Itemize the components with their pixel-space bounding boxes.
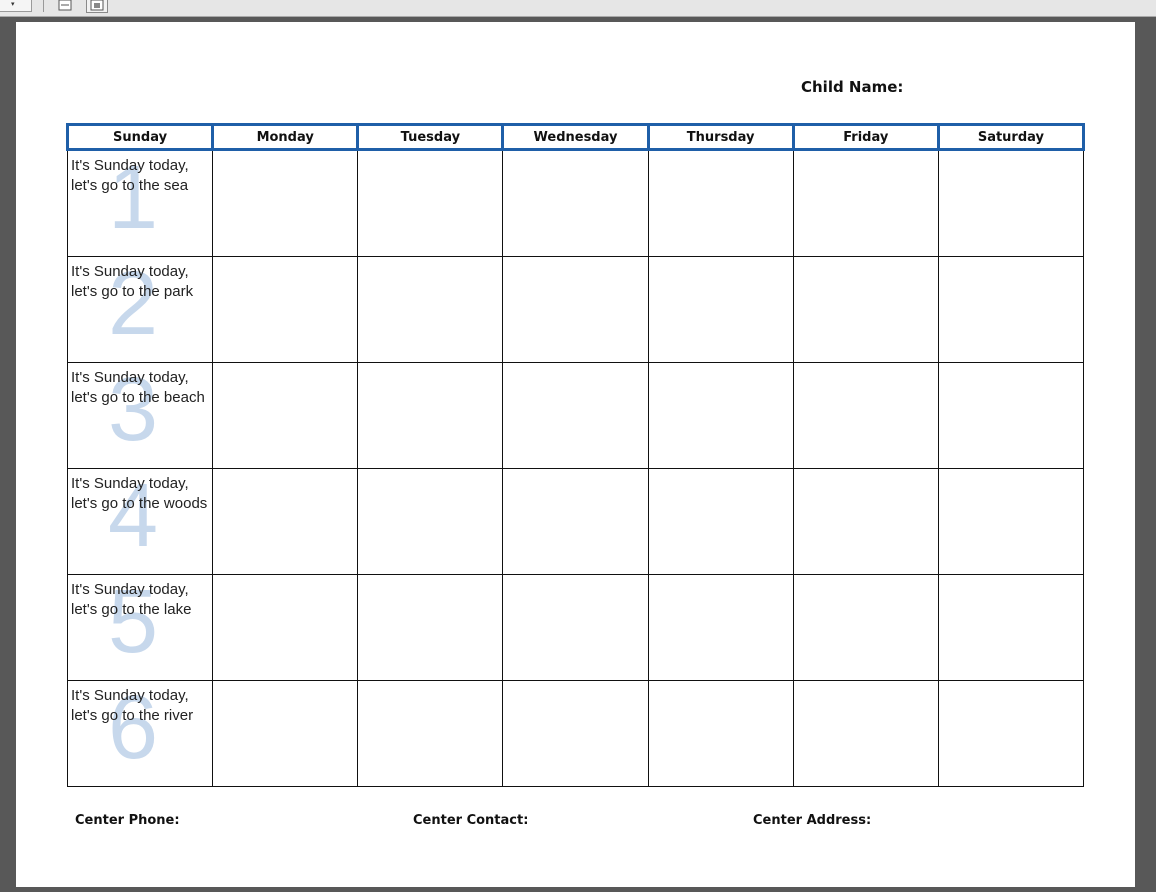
day-cell [212,680,359,787]
day-cell [937,680,1085,787]
sunday-note: It's Sunday today, let's go to the sea [71,157,189,194]
day-header-sunday: Sunday [65,123,215,151]
week-row: 5 It's Sunday today, let's go to the lak… [66,574,1085,681]
day-cell [792,680,939,787]
day-cell [792,468,939,575]
calendar-grid: Sunday Monday Tuesday Wednesday Thursday… [65,123,1086,787]
day-cell [792,256,939,363]
sunday-cell: 5 It's Sunday today, let's go to the lak… [66,574,214,681]
day-cell [647,256,794,363]
day-cell [502,680,649,787]
day-cell [502,149,649,257]
day-cell [357,680,504,787]
day-cell [937,362,1085,469]
day-cell [937,256,1085,363]
day-cell [502,256,649,363]
sunday-note: It's Sunday today, let's go to the lake [71,581,192,618]
sunday-cell: 6 It's Sunday today, let's go to the riv… [66,680,214,787]
center-address-label: Center Address: [753,813,872,828]
day-cell [212,362,359,469]
day-cell [937,149,1085,257]
toolbar-divider [43,0,44,12]
sunday-cell: 1 It's Sunday today, let's go to the sea [66,149,214,257]
week-row: 4 It's Sunday today, let's go to the woo… [66,468,1085,575]
day-cell [357,362,504,469]
day-cell [792,362,939,469]
sunday-note: It's Sunday today, let's go to the park [71,263,194,300]
day-cell [357,574,504,681]
day-cell [647,574,794,681]
weekday-header-row: Sunday Monday Tuesday Wednesday Thursday… [65,123,1086,151]
sunday-cell: 2 It's Sunday today, let's go to the par… [66,256,214,363]
day-header-friday: Friday [791,123,940,151]
center-contact-label: Center Contact: [413,813,529,828]
day-cell [502,468,649,575]
day-cell [502,362,649,469]
sunday-cell: 4 It's Sunday today, let's go to the woo… [66,468,214,575]
day-cell [357,149,504,257]
day-cell [792,149,939,257]
day-cell [937,468,1085,575]
day-header-wednesday: Wednesday [501,123,650,151]
sunday-note: It's Sunday today, let's go to the river [71,687,194,724]
day-header-tuesday: Tuesday [356,123,505,151]
day-cell [212,149,359,257]
day-cell [937,574,1085,681]
day-header-thursday: Thursday [646,123,795,151]
document-page: Child Name: Sunday Monday Tuesday Wednes… [16,22,1135,887]
viewer-toolbar: ▾ [0,0,1156,17]
day-cell [212,574,359,681]
sunday-note: It's Sunday today, let's go to the beach [71,369,205,406]
day-cell [357,256,504,363]
day-cell [502,574,649,681]
sunday-note: It's Sunday today, let's go to the woods [71,475,208,512]
child-name-label: Child Name: [801,78,904,96]
day-cell [212,256,359,363]
day-cell [647,362,794,469]
week-row: 6 It's Sunday today, let's go to the riv… [66,680,1085,787]
day-cell [647,149,794,257]
day-header-saturday: Saturday [936,123,1086,151]
week-row: 3 It's Sunday today, let's go to the bea… [66,362,1085,469]
day-cell [357,468,504,575]
day-cell [792,574,939,681]
day-cell [647,680,794,787]
center-phone-label: Center Phone: [75,813,180,828]
page-fit-icon [58,0,72,11]
day-cell [647,468,794,575]
zoom-dropdown[interactable]: ▾ [0,0,32,12]
fit-width-button[interactable] [86,0,108,13]
week-row: 2 It's Sunday today, let's go to the par… [66,256,1085,363]
page-fit-button[interactable] [54,0,76,13]
sunday-cell: 3 It's Sunday today, let's go to the bea… [66,362,214,469]
day-header-monday: Monday [211,123,360,151]
day-cell [212,468,359,575]
week-row: 1 It's Sunday today, let's go to the sea [66,149,1085,257]
chevron-down-icon: ▾ [11,1,15,8]
fit-width-icon [90,0,104,11]
